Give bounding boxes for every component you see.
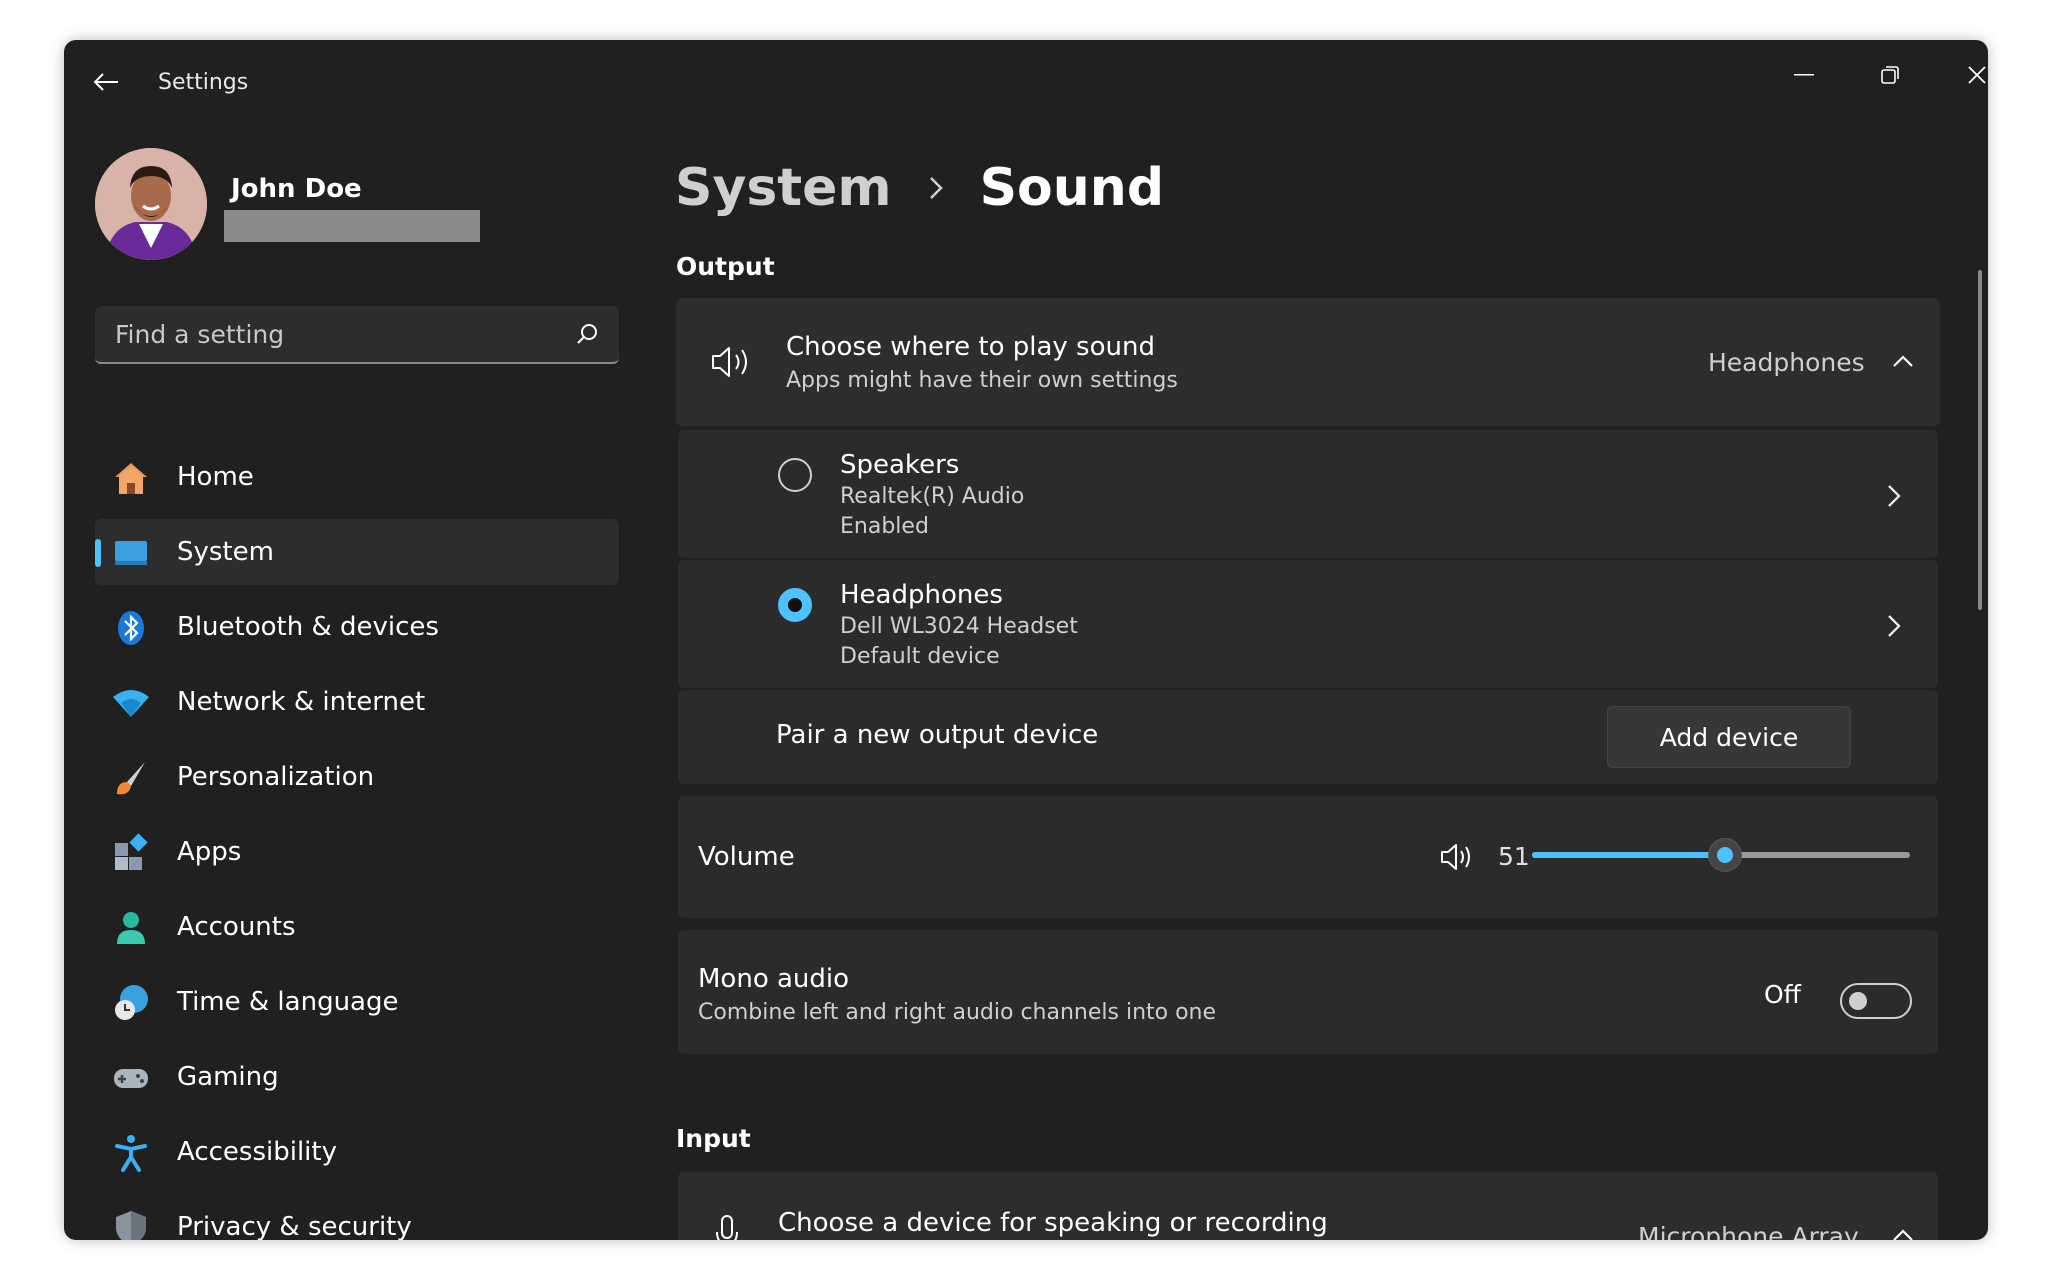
bluetooth-icon bbox=[118, 611, 144, 645]
gamepad-icon bbox=[114, 1069, 148, 1088]
minimize-icon bbox=[1794, 74, 1814, 76]
avatar-portrait-icon bbox=[95, 148, 207, 260]
wifi-icon bbox=[113, 690, 149, 717]
device-name: Headphones bbox=[840, 580, 1003, 610]
device-name: Speakers bbox=[840, 450, 960, 480]
add-device-button[interactable]: Add device bbox=[1607, 706, 1851, 768]
sidebar-item-time-language[interactable]: Time & language bbox=[95, 969, 619, 1035]
volume-slider-thumb[interactable] bbox=[1707, 838, 1742, 872]
globe-clock-icon bbox=[115, 985, 148, 1020]
back-arrow-icon bbox=[93, 73, 118, 91]
breadcrumb: System Sound bbox=[675, 148, 1164, 228]
output-device-speakers[interactable]: Speakers Realtek(R) Audio Enabled bbox=[678, 430, 1938, 558]
minimize-button[interactable] bbox=[1774, 50, 1834, 100]
breadcrumb-parent[interactable]: System bbox=[675, 158, 892, 218]
device-status: Enabled bbox=[840, 514, 929, 539]
close-button[interactable] bbox=[1947, 50, 1988, 100]
apps-icon bbox=[115, 833, 148, 870]
window-title: Settings bbox=[158, 70, 249, 95]
input-heading: Input bbox=[676, 1124, 751, 1153]
mono-audio-title: Mono audio bbox=[698, 964, 850, 994]
speakers-radio[interactable] bbox=[778, 458, 812, 492]
sidebar-item-home[interactable]: Home bbox=[95, 444, 619, 510]
restore-button[interactable] bbox=[1860, 50, 1920, 100]
user-email-redacted bbox=[224, 210, 480, 242]
toggle-knob bbox=[1849, 992, 1867, 1010]
sidebar-item-system[interactable]: System bbox=[95, 519, 619, 585]
search-input[interactable] bbox=[95, 306, 555, 362]
sidebar-item-label: System bbox=[177, 537, 274, 567]
choose-output-title: Choose where to play sound bbox=[786, 332, 1155, 362]
chevron-right-icon[interactable] bbox=[1884, 612, 1904, 640]
choose-input-title: Choose a device for speaking or recordin… bbox=[778, 1208, 1328, 1238]
shield-icon bbox=[116, 1211, 146, 1240]
choose-output-card[interactable]: Choose where to play sound Apps might ha… bbox=[676, 298, 1940, 426]
sidebar-item-bluetooth[interactable]: Bluetooth & devices bbox=[95, 594, 619, 660]
selected-input-device: Microphone Array bbox=[1638, 1222, 1859, 1240]
sidebar-item-label: Personalization bbox=[177, 762, 375, 792]
sidebar-item-gaming[interactable]: Gaming bbox=[95, 1044, 619, 1110]
device-driver: Realtek(R) Audio bbox=[840, 484, 1025, 509]
sidebar-item-label: Bluetooth & devices bbox=[177, 612, 439, 642]
close-icon bbox=[1968, 66, 1986, 84]
headphones-radio[interactable] bbox=[778, 588, 812, 622]
home-icon bbox=[115, 463, 147, 494]
page-title: Sound bbox=[979, 158, 1165, 218]
sidebar-item-label: Apps bbox=[177, 837, 242, 867]
chevron-right-icon[interactable] bbox=[1884, 482, 1904, 510]
active-indicator bbox=[95, 539, 101, 567]
choose-output-subtitle: Apps might have their own settings bbox=[786, 368, 1178, 393]
volume-label: Volume bbox=[698, 842, 795, 872]
sidebar-item-label: Network & internet bbox=[177, 687, 426, 717]
output-heading: Output bbox=[676, 252, 775, 281]
sidebar-item-privacy-security[interactable]: Privacy & security bbox=[95, 1194, 619, 1240]
choose-input-card[interactable]: Choose a device for speaking or recordin… bbox=[678, 1172, 1938, 1240]
speaker-icon bbox=[712, 347, 747, 377]
volume-slider[interactable] bbox=[1532, 838, 1910, 872]
sidebar-item-network[interactable]: Network & internet bbox=[95, 669, 619, 735]
accessibility-icon bbox=[115, 1135, 147, 1172]
volume-value: 51 bbox=[1498, 842, 1530, 871]
sidebar-item-label: Privacy & security bbox=[177, 1212, 412, 1240]
selected-output-device: Headphones bbox=[1708, 348, 1865, 377]
sidebar-item-label: Home bbox=[177, 462, 254, 492]
sidebar-item-label: Accounts bbox=[177, 912, 296, 942]
chevron-up-icon[interactable] bbox=[1892, 1228, 1914, 1240]
chevron-up-icon[interactable] bbox=[1892, 354, 1914, 368]
search-box[interactable] bbox=[95, 306, 619, 364]
restore-icon bbox=[1881, 66, 1899, 84]
user-name: John Doe bbox=[231, 174, 362, 204]
volume-slider-fill bbox=[1532, 852, 1725, 858]
output-device-headphones[interactable]: Headphones Dell WL3024 Headset Default d… bbox=[678, 560, 1938, 688]
sidebar-item-apps[interactable]: Apps bbox=[95, 819, 619, 885]
sidebar-nav: Home System Bluetooth & devices Network … bbox=[95, 444, 619, 1240]
sidebar-item-accounts[interactable]: Accounts bbox=[95, 894, 619, 960]
search-icon[interactable] bbox=[575, 322, 599, 346]
settings-window: Settings John Doe Home bbox=[64, 40, 1988, 1240]
mono-audio-subtitle: Combine left and right audio channels in… bbox=[698, 1000, 1217, 1025]
system-icon bbox=[115, 541, 147, 565]
mono-audio-toggle[interactable] bbox=[1840, 983, 1912, 1019]
sidebar-item-accessibility[interactable]: Accessibility bbox=[95, 1119, 619, 1185]
device-status: Default device bbox=[840, 644, 1000, 669]
scrollbar[interactable] bbox=[1978, 270, 1982, 610]
back-button[interactable] bbox=[84, 62, 128, 102]
brush-icon bbox=[117, 762, 145, 795]
mono-audio-state: Off bbox=[1764, 980, 1801, 1009]
sidebar-item-label: Time & language bbox=[177, 987, 399, 1017]
microphone-icon bbox=[716, 1215, 738, 1240]
accounts-icon bbox=[117, 912, 145, 944]
mono-audio-row: Mono audio Combine left and right audio … bbox=[678, 930, 1938, 1054]
sidebar-item-label: Gaming bbox=[177, 1062, 279, 1092]
avatar[interactable] bbox=[95, 148, 207, 260]
sidebar-item-personalization[interactable]: Personalization bbox=[95, 744, 619, 810]
sidebar-item-label: Accessibility bbox=[177, 1137, 337, 1167]
chevron-right-icon bbox=[929, 177, 943, 199]
device-driver: Dell WL3024 Headset bbox=[840, 614, 1078, 639]
volume-speaker-icon[interactable] bbox=[1440, 842, 1476, 872]
pair-output-label: Pair a new output device bbox=[776, 720, 1099, 750]
